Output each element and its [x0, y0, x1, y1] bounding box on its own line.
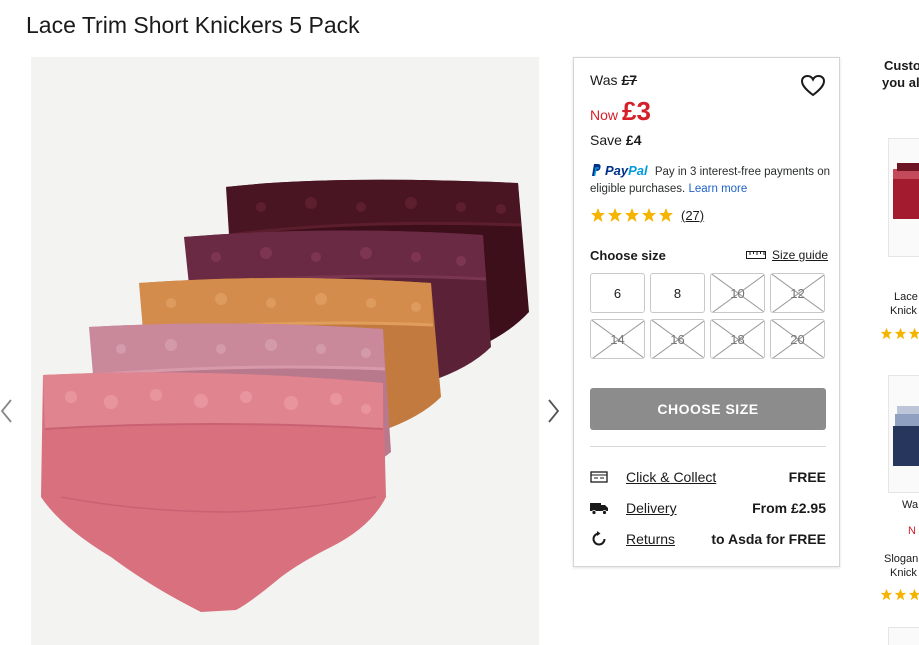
recommendations-rail: Custo you al Lace Knick Wa N Slogan Knic… [862, 57, 919, 645]
recommendation-stars [880, 588, 919, 601]
next-image-arrow-icon[interactable] [544, 396, 562, 426]
size-option-8[interactable]: 8 [650, 273, 705, 313]
star-icon [591, 208, 605, 222]
size-option-12[interactable]: 12 [770, 273, 825, 313]
size-option-14[interactable]: 14 [590, 319, 645, 359]
recommendation-title[interactable]: Wa [902, 498, 918, 512]
learn-more-link[interactable]: Learn more [688, 183, 747, 195]
click-collect-row: Click & Collect FREE [590, 466, 826, 488]
delivery-value: From £2.95 [752, 500, 826, 516]
delivery-link[interactable]: Delivery [626, 500, 677, 516]
rating-stars[interactable]: (27) [590, 207, 704, 223]
store-icon [590, 467, 612, 487]
size-option-18[interactable]: 18 [710, 319, 765, 359]
paypal-logo-pay: Pay [605, 163, 629, 178]
review-count-link[interactable]: (27) [681, 208, 704, 223]
choose-size-heading: Choose size [590, 248, 666, 263]
size-label: 18 [730, 331, 745, 347]
truck-icon [590, 498, 612, 518]
rail-heading-line: you al [882, 75, 919, 90]
was-price-value: £7 [621, 72, 638, 88]
heart-icon[interactable] [800, 74, 826, 98]
save-label: Save [590, 132, 622, 148]
size-option-16[interactable]: 16 [650, 319, 705, 359]
product-image[interactable] [31, 57, 539, 645]
size-label: 8 [673, 285, 682, 301]
recommendation-price: N [908, 525, 916, 537]
save-amount: Save £4 [590, 132, 642, 148]
rail-heading: Custo you al [882, 57, 919, 91]
divider [590, 446, 826, 447]
star-icon [625, 208, 639, 222]
star-icon [894, 588, 907, 601]
now-price-value: £3 [622, 96, 651, 126]
size-guide-link[interactable]: Size guide [746, 248, 828, 262]
size-option-10[interactable]: 10 [710, 273, 765, 313]
save-amount-value: £4 [625, 132, 642, 148]
rail-text-line: Knick [890, 305, 917, 317]
size-label: 6 [613, 285, 622, 301]
size-label: 16 [670, 331, 685, 347]
was-label: Was [590, 72, 618, 88]
recommendation-image[interactable] [888, 375, 919, 493]
now-label: Now [590, 107, 619, 123]
rail-text-line: Knick [890, 567, 917, 579]
recommendation-image[interactable] [888, 627, 919, 645]
star-icon [908, 327, 919, 340]
size-label: 10 [730, 285, 745, 301]
click-collect-value: FREE [788, 469, 826, 485]
rail-heading-line: Custo [884, 58, 919, 73]
size-label: 14 [610, 331, 625, 347]
product-photo [41, 179, 529, 612]
paypal-message: PayPal Pay in 3 interest-free payments o… [590, 162, 835, 198]
returns-value: to Asda for FREE [711, 531, 826, 547]
recommendation-stars [880, 327, 919, 340]
choose-size-button[interactable]: CHOOSE SIZE [590, 388, 826, 430]
delivery-row: Delivery From £2.95 [590, 497, 826, 519]
paypal-p-icon [592, 164, 601, 177]
star-icon [880, 327, 893, 340]
recommendation-title[interactable]: Lace Knick [890, 290, 918, 318]
returns-icon [590, 529, 612, 549]
paypal-logo-pal: Pal [628, 163, 648, 178]
star-icon [894, 327, 907, 340]
rail-text-line: Lace [894, 291, 918, 303]
buy-panel: Was £7 Now £3 Save £4 PayPal Pay in 3 inter… [573, 57, 840, 567]
product-title: Lace Trim Short Knickers 5 Pack [26, 12, 360, 38]
paypal-logo: PayPal [590, 163, 648, 178]
star-icon [642, 208, 656, 222]
size-label: 12 [790, 285, 805, 301]
click-collect-link[interactable]: Click & Collect [626, 469, 716, 485]
was-price: Was £7 [590, 72, 637, 88]
returns-link[interactable]: Returns [626, 531, 675, 547]
now-price: Now £3 [590, 96, 651, 127]
size-label: 20 [790, 331, 805, 347]
size-option-20[interactable]: 20 [770, 319, 825, 359]
size-option-6[interactable]: 6 [590, 273, 645, 313]
size-guide-label: Size guide [772, 248, 829, 262]
recommendation-title[interactable]: Slogan Knick [884, 552, 918, 580]
star-icon [880, 588, 893, 601]
recommendation-image[interactable] [888, 138, 919, 257]
ruler-icon [746, 251, 766, 259]
returns-row: Returns to Asda for FREE [590, 528, 826, 550]
star-icon [908, 588, 919, 601]
previous-image-arrow-icon[interactable] [0, 396, 16, 426]
rail-text-line: Slogan [884, 553, 919, 565]
star-icon [659, 208, 673, 222]
star-icon [608, 208, 622, 222]
